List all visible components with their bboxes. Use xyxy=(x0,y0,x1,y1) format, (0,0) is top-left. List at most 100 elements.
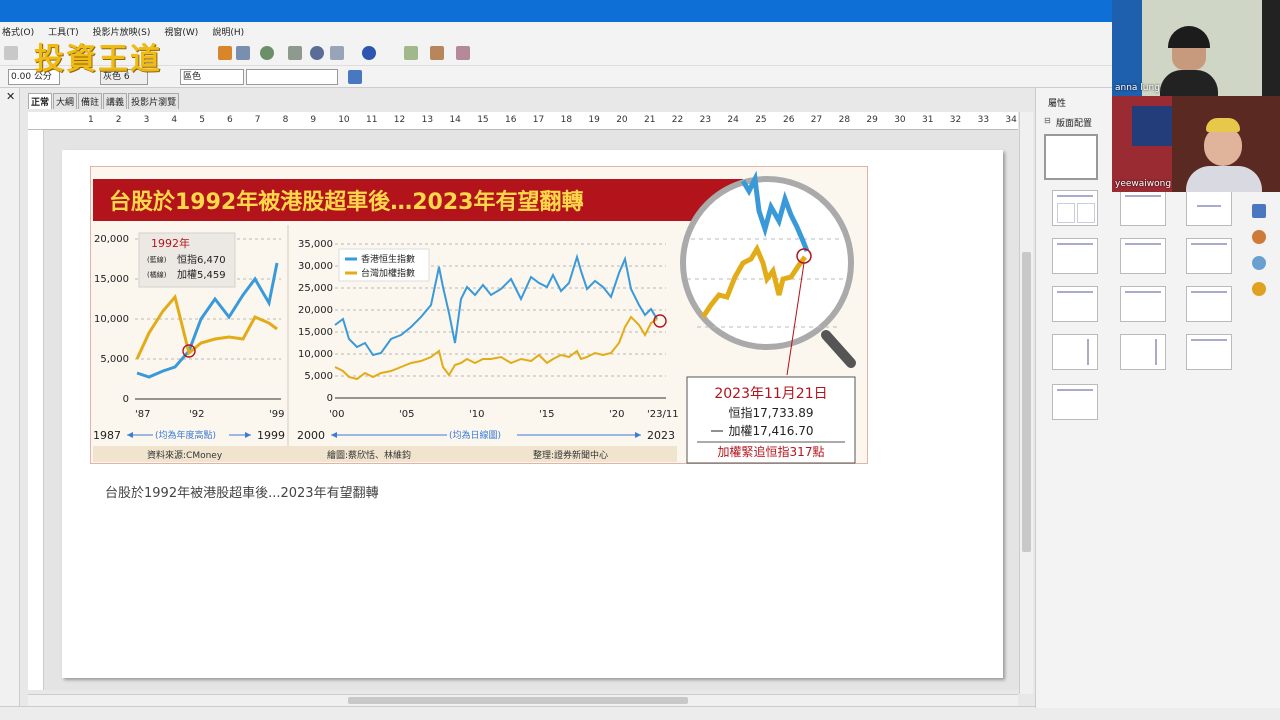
chevron-down-icon[interactable]: ⊟ xyxy=(1044,116,1051,125)
footer-credit: 繪圖:蔡欣恬、林維鈞 xyxy=(327,449,411,461)
shadow-icon[interactable] xyxy=(348,70,362,84)
ruler-number: 13 xyxy=(421,115,434,125)
layout-6-content[interactable] xyxy=(1186,286,1232,322)
horizontal-scrollbar[interactable] xyxy=(28,694,1018,706)
menu-bar: 格式(O) 工具(T) 投影片放映(S) 視窗(W) 說明(H) xyxy=(0,22,1112,40)
menu-format[interactable]: 格式(O) xyxy=(2,25,34,38)
chart-icon[interactable] xyxy=(218,46,232,60)
tab-slide-sorter[interactable]: 投影片瀏覽 xyxy=(128,93,180,109)
left-range-start: 1987 xyxy=(93,429,121,442)
layout-vertical-right[interactable] xyxy=(1120,334,1166,370)
area-style-select[interactable]: 區色 xyxy=(180,69,244,85)
footer-source: 資料來源:CMoney xyxy=(147,449,223,461)
ruler-number: 32 xyxy=(949,115,962,125)
callout-blue-tag: (藍線) xyxy=(147,255,167,264)
print-icon[interactable] xyxy=(4,46,18,60)
ruler-number: 6 xyxy=(227,115,233,125)
left-ytick: 15,000 xyxy=(94,274,129,285)
ruler-number: 23 xyxy=(699,115,712,125)
right-xtick: '20 xyxy=(609,409,624,420)
layout-title-2-content[interactable] xyxy=(1052,384,1098,420)
menu-window[interactable]: 視窗(W) xyxy=(164,25,198,38)
layout-4-content[interactable] xyxy=(1120,286,1166,322)
drawing-toolbar[interactable] xyxy=(0,706,1280,720)
participant-body xyxy=(1186,166,1262,192)
vertical-scrollbar[interactable] xyxy=(1019,112,1033,694)
participant-video[interactable]: yeewaiwong xyxy=(1112,96,1280,192)
layout-blank[interactable] xyxy=(1044,134,1098,180)
properties-icon[interactable] xyxy=(1252,204,1266,218)
ruler-number: 18 xyxy=(560,115,573,125)
participant-body xyxy=(1160,70,1218,96)
right-xtick: '23/11 xyxy=(647,409,679,420)
ruler-number: 12 xyxy=(393,115,406,125)
callout-yellow-tag: (橘線) xyxy=(147,270,167,279)
right-ytick: 5,000 xyxy=(304,371,333,382)
ruler-number: 29 xyxy=(866,115,878,125)
layout-title-content[interactable] xyxy=(1120,190,1166,226)
gallery-icon[interactable] xyxy=(1252,256,1266,270)
right-ytick: 35,000 xyxy=(298,239,333,250)
layout-2-content[interactable] xyxy=(1052,286,1098,322)
tab-normal[interactable]: 正常 xyxy=(28,93,53,109)
menu-help[interactable]: 說明(H) xyxy=(212,25,244,38)
layout-2-rows[interactable] xyxy=(1186,238,1232,274)
ruler-number: 17 xyxy=(532,115,545,125)
info-hsi: 恒指17,733.89 xyxy=(728,405,813,420)
table-icon[interactable] xyxy=(236,46,250,60)
right-xtick: '05 xyxy=(399,409,414,420)
ruler-number: 8 xyxy=(282,115,289,125)
tab-outline[interactable]: 大綱 xyxy=(53,93,78,109)
navigator-icon[interactable] xyxy=(260,46,274,60)
styles-icon[interactable] xyxy=(1252,230,1266,244)
zoom-icon[interactable] xyxy=(330,46,344,60)
draw-icon[interactable] xyxy=(310,46,324,60)
layout-vertical-left[interactable] xyxy=(1052,334,1098,370)
right-xtick: '15 xyxy=(539,409,554,420)
slide-pane-strip[interactable]: ✕ xyxy=(0,88,20,708)
left-xtick: '99 xyxy=(269,409,284,420)
help-icon[interactable] xyxy=(362,46,376,60)
ruler-number: 5 xyxy=(199,115,205,125)
video-background xyxy=(1132,106,1172,146)
close-icon[interactable]: ✕ xyxy=(6,90,15,103)
navigator-side-icon[interactable] xyxy=(1252,282,1266,296)
sidebar-section-layouts[interactable]: 版面配置 xyxy=(1056,116,1092,129)
ruler-number: 31 xyxy=(922,115,934,125)
left-ytick: 5,000 xyxy=(100,354,129,365)
layout-4-boxes[interactable] xyxy=(1052,238,1098,274)
slide-icon[interactable] xyxy=(404,46,418,60)
right-ytick: 0 xyxy=(327,393,333,404)
right-ytick: 30,000 xyxy=(298,261,333,272)
video-background xyxy=(1262,0,1280,96)
grid-icon[interactable] xyxy=(288,46,302,60)
participant-hair xyxy=(1168,26,1210,48)
slideshow-icon[interactable] xyxy=(430,46,444,60)
tab-handout[interactable]: 講義 xyxy=(103,93,128,109)
vertical-scroll-thumb[interactable] xyxy=(1022,252,1031,552)
ruler-number: 15 xyxy=(477,115,489,125)
horizontal-ruler[interactable]: 1 2 3 4 5 6 7 8 9 10 11 12 13 14 15 16 17 18 19 20 21 22 23 24 2… xyxy=(28,112,1018,130)
participant-video[interactable]: anna lung xyxy=(1112,0,1280,96)
ruler-number: 19 xyxy=(588,115,600,125)
right-range-note: (均為日線圖) xyxy=(449,429,501,441)
vertical-ruler[interactable] xyxy=(28,130,44,690)
area-fill-select[interactable] xyxy=(246,69,338,85)
standard-toolbar xyxy=(0,40,1112,66)
layout-3-boxes[interactable] xyxy=(1120,238,1166,274)
layout-title-vertical[interactable] xyxy=(1186,334,1232,370)
layout-title-only[interactable] xyxy=(1186,190,1232,226)
callout-yellow-value: 加權5,459 xyxy=(177,268,226,281)
presentation-icon[interactable] xyxy=(456,46,470,60)
info-note: 加權緊追恒指317點 xyxy=(718,444,825,459)
slide-caption[interactable]: 台股於1992年被港股超車後...2023年有望翻轉 xyxy=(105,482,379,501)
participant-hair xyxy=(1206,118,1240,132)
ruler-number: 25 xyxy=(755,115,767,125)
ruler-number: 1 xyxy=(88,115,94,125)
layout-title-2col[interactable] xyxy=(1052,190,1098,226)
tab-notes[interactable]: 備註 xyxy=(78,93,103,109)
horizontal-scroll-thumb[interactable] xyxy=(348,697,688,704)
left-xtick: '87 xyxy=(135,409,150,420)
ruler-number: 10 xyxy=(338,115,350,125)
ruler-number: 3 xyxy=(143,115,150,125)
